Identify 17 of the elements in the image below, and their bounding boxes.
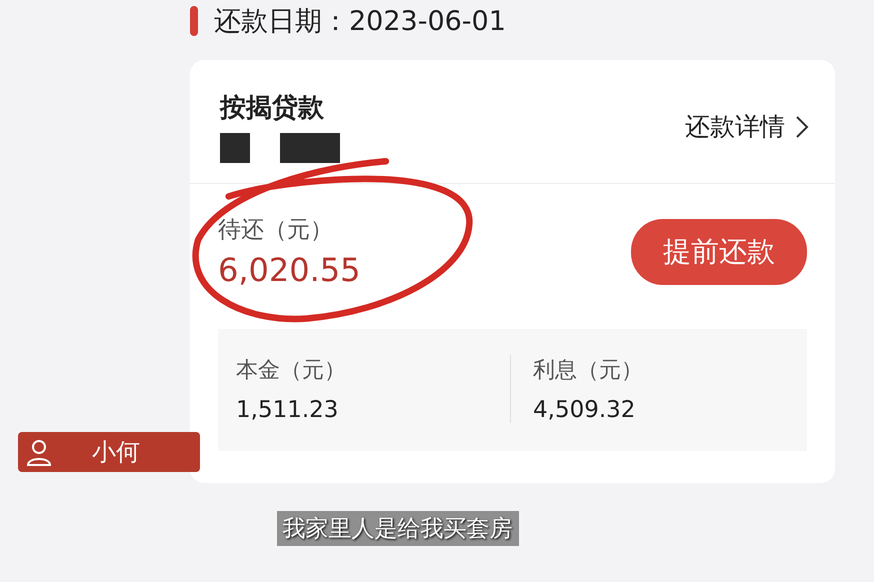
prepay-button[interactable]: 提前还款 (631, 218, 807, 284)
repayment-date: 还款日期：2023-06-01 (214, 5, 506, 39)
redaction-mark (280, 133, 340, 163)
breakdown-value: 4,509.32 (533, 397, 636, 423)
due-amount: 6,020.55 (218, 251, 360, 289)
person-icon (26, 438, 52, 466)
breakdown-value: 1,511.23 (236, 397, 340, 423)
breakdown-label: 利息（元） (533, 357, 644, 385)
redaction-mark (220, 133, 250, 163)
chevron-right-icon (795, 114, 809, 138)
speaker-name: 小何 (92, 437, 140, 468)
repayment-details-link[interactable]: 还款详情 (685, 110, 809, 143)
breakdown-label: 本金（元） (236, 357, 347, 385)
loan-title: 按揭贷款 (220, 92, 325, 125)
subtitle-caption: 我家里人是给我买套房 (276, 511, 518, 546)
accent-bar (190, 6, 198, 36)
due-label: 待还（元） (218, 216, 334, 245)
